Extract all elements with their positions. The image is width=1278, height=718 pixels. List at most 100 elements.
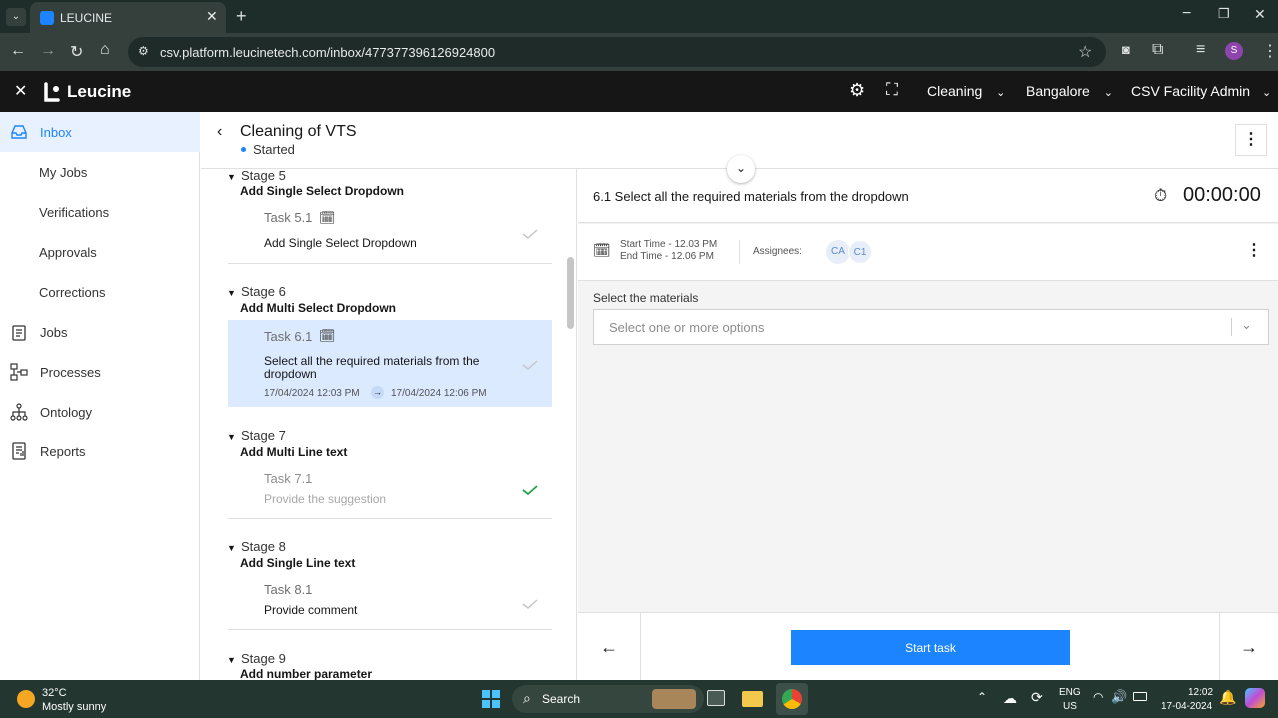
user-role-dropdown[interactable]: CSV Facility Admin ⌄ [1131,83,1271,99]
reload-icon[interactable]: ↻ [70,42,83,62]
window-close-icon[interactable]: ✕ [1254,6,1266,23]
task-menu-icon[interactable]: ⋮ [1246,240,1262,260]
chrome-app-icon[interactable] [776,683,808,715]
triangle-icon[interactable]: ▼ [227,655,236,665]
language-us[interactable]: US [1063,701,1077,712]
volume-icon[interactable]: 🔊 [1111,689,1127,705]
job-menu-icon[interactable]: ⋮ [1235,124,1267,156]
task-start-time: 17/04/2024 12:03 PM [264,388,360,399]
wifi-icon[interactable]: ◠ [1093,690,1103,704]
assignee-avatar[interactable]: C1 [848,240,872,264]
sync-icon[interactable]: ⟳ [1031,689,1043,706]
sidebar-item-verifications[interactable]: Verifications [0,192,200,232]
task-card[interactable]: Task 8.1 Provide comment [228,575,552,630]
minimize-icon[interactable]: − [1182,5,1191,23]
sidebar-item-label: Ontology [40,405,93,420]
tab-search-button[interactable]: ⌄ [6,8,26,26]
back-arrow-icon[interactable]: ‹ [217,123,222,141]
sidebar-item-jobs[interactable]: Jobs [0,312,200,352]
use-case-dropdown[interactable]: Cleaning ⌄ [927,83,1005,99]
sidebar-item-label: My Jobs [39,165,88,180]
task-number: Task 7.1 [264,471,313,486]
calendar-icon: 🗓 [319,328,336,343]
main-content: ‹ Cleaning of VTS Started ⋮ ⌄ ▼ Stage 5 … [201,112,1278,681]
calendar-icon: 🗓 [319,210,336,225]
home-icon[interactable]: ⌂ [100,41,110,59]
sidebar-item-inbox[interactable]: Inbox [0,112,200,152]
next-task-icon[interactable]: → [1219,613,1278,681]
clock-time[interactable]: 12:02 [1188,687,1213,698]
clock-date[interactable]: 17-04-2024 [1161,701,1212,712]
tab-close-icon[interactable]: ✕ [206,8,218,25]
profile-avatar[interactable]: S [1225,42,1243,60]
stage-name: Add Single Select Dropdown [240,184,405,198]
browser-address-bar: ← → ↻ ⌂ ⚙ csv.platform.leucinetech.com/i… [0,33,1278,71]
windows-start-icon[interactable] [482,690,500,713]
task-card-selected[interactable]: Task 6.1 🗓 Select all the required mater… [228,320,552,407]
tab-title: LEUCINE [60,11,113,25]
overflow-chevron-icon[interactable]: ⌃ [977,690,987,704]
task-card[interactable]: Task 7.1 Provide the suggestion [228,464,552,519]
chevron-down-icon[interactable]: ⌄ [1241,317,1252,333]
back-icon[interactable]: ← [10,42,26,60]
url-field[interactable]: ⚙ csv.platform.leucinetech.com/inbox/477… [128,37,1106,67]
stage-number: Stage 8 [241,539,286,554]
stopwatch-icon: ⏱ [1154,186,1168,205]
brand-name: Leucine [67,82,132,101]
sidebar-item-corrections[interactable]: Corrections [0,272,200,312]
job-header: ‹ Cleaning of VTS Started ⋮ ⌄ [201,112,1278,183]
settings-gear-icon[interactable]: ⚙ [849,80,865,101]
onedrive-cloud-icon[interactable]: ☁ [1003,690,1017,707]
browser-menu-icon[interactable]: ⋮ [1262,41,1278,61]
restore-icon[interactable]: ❐ [1218,6,1230,22]
materials-multiselect[interactable]: Select one or more options ⌄ [593,309,1269,345]
triangle-icon[interactable]: ▼ [227,432,236,442]
check-icon [522,360,538,370]
forward-icon[interactable]: → [40,42,56,60]
stage-list-scrollbar[interactable] [567,257,574,329]
stage-number: Stage 6 [241,284,286,299]
chevron-down-icon: ⌄ [996,87,1006,99]
new-tab-icon[interactable]: + [236,6,247,27]
triangle-icon[interactable]: ▼ [227,288,236,298]
stage-list: ▼ Stage 5 Add Single Select Dropdown Tas… [201,169,577,680]
browser-tab[interactable]: LEUCINE ✕ [30,2,226,33]
sidebar-item-ontology[interactable]: Ontology [0,392,200,432]
task-view-icon[interactable] [707,690,725,706]
language-eng[interactable]: ENG [1059,687,1081,698]
facility-dropdown[interactable]: Bangalore ⌄ [1026,83,1113,99]
start-task-button[interactable]: Start task [791,630,1070,665]
sidebar-item-reports[interactable]: Reports [0,431,200,471]
task-description: Add Single Select Dropdown [264,236,417,250]
triangle-icon[interactable]: ▼ [227,543,236,553]
assignee-avatar[interactable]: CA [826,240,850,264]
collapse-chevron-icon[interactable]: ⌄ [727,155,755,183]
notification-bell-icon[interactable]: 🔔 [1219,689,1236,706]
search-label: Search [542,692,581,706]
file-explorer-icon[interactable] [742,691,763,707]
media-control-icon[interactable]: ≡ [1196,41,1205,59]
previous-task-icon[interactable]: ← [578,613,641,681]
field-label: Select the materials [593,291,699,305]
copilot-icon[interactable] [1245,688,1265,708]
bookmark-star-icon[interactable]: ☆ [1078,42,1092,62]
task-number: Task 8.1 [264,582,313,597]
camera-extension-icon[interactable]: ◙ [1122,42,1130,57]
extensions-icon[interactable]: ⧉ [1152,41,1163,59]
site-info-icon[interactable]: ⚙ [138,44,149,58]
process-flow-icon [10,363,28,381]
sidebar-item-my-jobs[interactable]: My Jobs [0,152,200,192]
chrome-logo-icon [782,689,802,709]
sidebar: Inbox My Jobs Verifications Approvals Co… [0,112,200,680]
sidebar-item-label: Corrections [39,285,106,300]
scan-icon[interactable]: ⛶ [886,80,898,100]
battery-icon[interactable] [1133,692,1147,701]
taskbar-search[interactable]: ⌕ Search [512,685,704,713]
close-app-icon[interactable]: ✕ [14,81,27,101]
sidebar-item-approvals[interactable]: Approvals [0,232,200,272]
task-card[interactable]: Task 5.1 🗓 Add Single Select Dropdown [228,203,552,264]
task-footer: ← Start task → [578,612,1278,681]
weather-sun-icon[interactable] [17,690,35,708]
triangle-icon[interactable]: ▼ [227,172,236,182]
sidebar-item-processes[interactable]: Processes [0,352,200,392]
